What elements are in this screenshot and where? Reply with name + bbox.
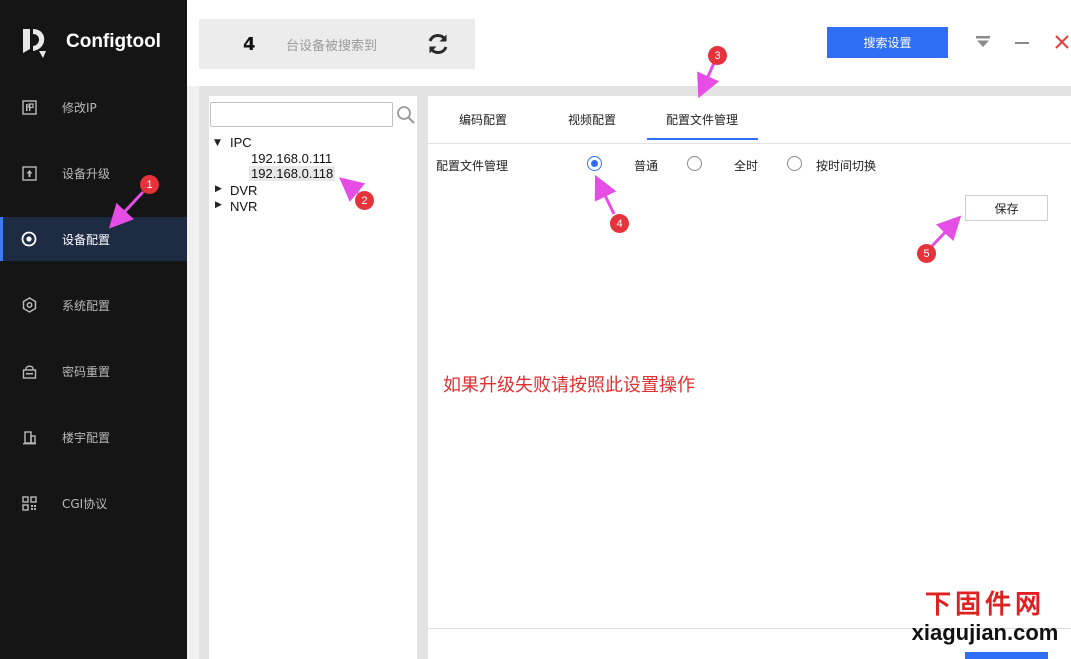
search-icon[interactable] <box>396 105 416 125</box>
annotation-badge-5: 5 <box>917 244 936 263</box>
annotation-badge-2: 2 <box>355 191 374 210</box>
radio-normal-label: 普通 <box>634 159 659 173</box>
sidebar-item-label: CGI协议 <box>62 496 108 511</box>
app-logo: Configtool <box>20 24 161 60</box>
watermark-en: xiagujian.com <box>911 620 1059 645</box>
building-icon <box>21 429 37 445</box>
annotation-badge-3: 3 <box>708 46 727 65</box>
config-panel: 编码配置 视频配置 配置文件管理 配置文件管理 普通 全时 按时间切换 保存 如… <box>428 96 1071 659</box>
radio-schedule-label: 按时间切换 <box>816 159 877 173</box>
device-count: 4 <box>243 33 256 55</box>
radio-fulltime-label: 全时 <box>734 159 759 173</box>
watermark: 下固件网 xiagujian.com <box>905 590 1065 646</box>
sidebar-item-label: 楼宇配置 <box>62 430 111 445</box>
logo-icon <box>23 29 46 58</box>
device-count-text: 台设备被搜索到 <box>286 38 378 54</box>
sidebar: Configtool 修改IP 设备升级 设备配置 系统配置 密码重置 楼宇配置… <box>0 0 187 659</box>
grid-icon <box>21 495 37 511</box>
radio-normal[interactable] <box>587 156 602 171</box>
sidebar-item-label: 修改IP <box>62 100 97 115</box>
ip-icon <box>21 99 37 115</box>
tree-node-dvr[interactable]: DVR <box>230 183 257 198</box>
save-button[interactable]: 保存 <box>965 195 1048 221</box>
tree-node-ipc[interactable]: IPC <box>230 135 252 150</box>
device-count-box: 4 台设备被搜索到 <box>199 19 475 69</box>
sidebar-item-label: 系统配置 <box>62 298 111 313</box>
sidebar-item-device-upgrade[interactable]: 设备升级 <box>0 151 187 195</box>
sidebar-item-modify-ip[interactable]: 修改IP <box>0 85 187 129</box>
lock-icon <box>21 363 37 379</box>
minimize-icon[interactable] <box>1013 33 1031 51</box>
top-bar: 4 台设备被搜索到 搜索设置 <box>187 0 1071 86</box>
sidebar-item-device-config[interactable]: 设备配置 <box>0 217 187 261</box>
sidebar-item-label: 设备配置 <box>62 232 111 247</box>
expand-arrow-icon[interactable]: ▼ <box>214 138 221 148</box>
app-window: Configtool 修改IP 设备升级 设备配置 系统配置 密码重置 楼宇配置… <box>0 0 1071 659</box>
active-tab-indicator <box>647 138 758 140</box>
sidebar-item-label: 设备升级 <box>62 166 111 181</box>
sidebar-item-building-config[interactable]: 楼宇配置 <box>0 415 187 459</box>
tab-profile-management[interactable]: 配置文件管理 <box>666 111 738 128</box>
tab-encode-config[interactable]: 编码配置 <box>459 111 507 128</box>
tree-node-nvr[interactable]: NVR <box>230 199 257 214</box>
radio-schedule[interactable] <box>787 156 802 171</box>
profile-field-label: 配置文件管理 <box>436 159 509 173</box>
tab-divider <box>428 143 1071 144</box>
upgrade-icon <box>21 165 37 181</box>
instruction-note: 如果升级失败请按照此设置操作 <box>443 375 695 396</box>
close-icon[interactable] <box>1053 33 1071 51</box>
sidebar-item-cgi-protocol[interactable]: CGI协议 <box>0 481 187 525</box>
tree-node-device-selected[interactable]: 192.168.0.118 <box>249 166 336 181</box>
tree-search-input[interactable] <box>210 102 393 127</box>
sidebar-item-password-reset[interactable]: 密码重置 <box>0 349 187 393</box>
tab-video-config[interactable]: 视频配置 <box>568 111 616 128</box>
footer-button[interactable] <box>965 652 1048 659</box>
watermark-cn: 下固件网 <box>924 590 1045 620</box>
annotation-badge-4: 4 <box>610 214 629 233</box>
refresh-icon[interactable] <box>425 31 451 57</box>
collapse-arrow-icon[interactable]: ▶ <box>215 200 222 210</box>
hexagon-icon <box>21 297 37 313</box>
sidebar-item-label: 密码重置 <box>62 364 111 379</box>
search-settings-button[interactable]: 搜索设置 <box>827 27 948 58</box>
dropdown-icon[interactable] <box>974 33 992 51</box>
app-name: Configtool <box>66 31 161 52</box>
radio-fulltime[interactable] <box>687 156 702 171</box>
annotation-badge-1: 1 <box>140 175 159 194</box>
target-icon <box>21 231 37 247</box>
sidebar-item-system-config[interactable]: 系统配置 <box>0 283 187 327</box>
device-tree-panel: ▼ IPC 192.168.0.111 192.168.0.118 ▶ DVR … <box>209 96 417 659</box>
collapse-arrow-icon[interactable]: ▶ <box>215 184 222 194</box>
tree-node-device[interactable]: 192.168.0.111 <box>251 151 332 166</box>
